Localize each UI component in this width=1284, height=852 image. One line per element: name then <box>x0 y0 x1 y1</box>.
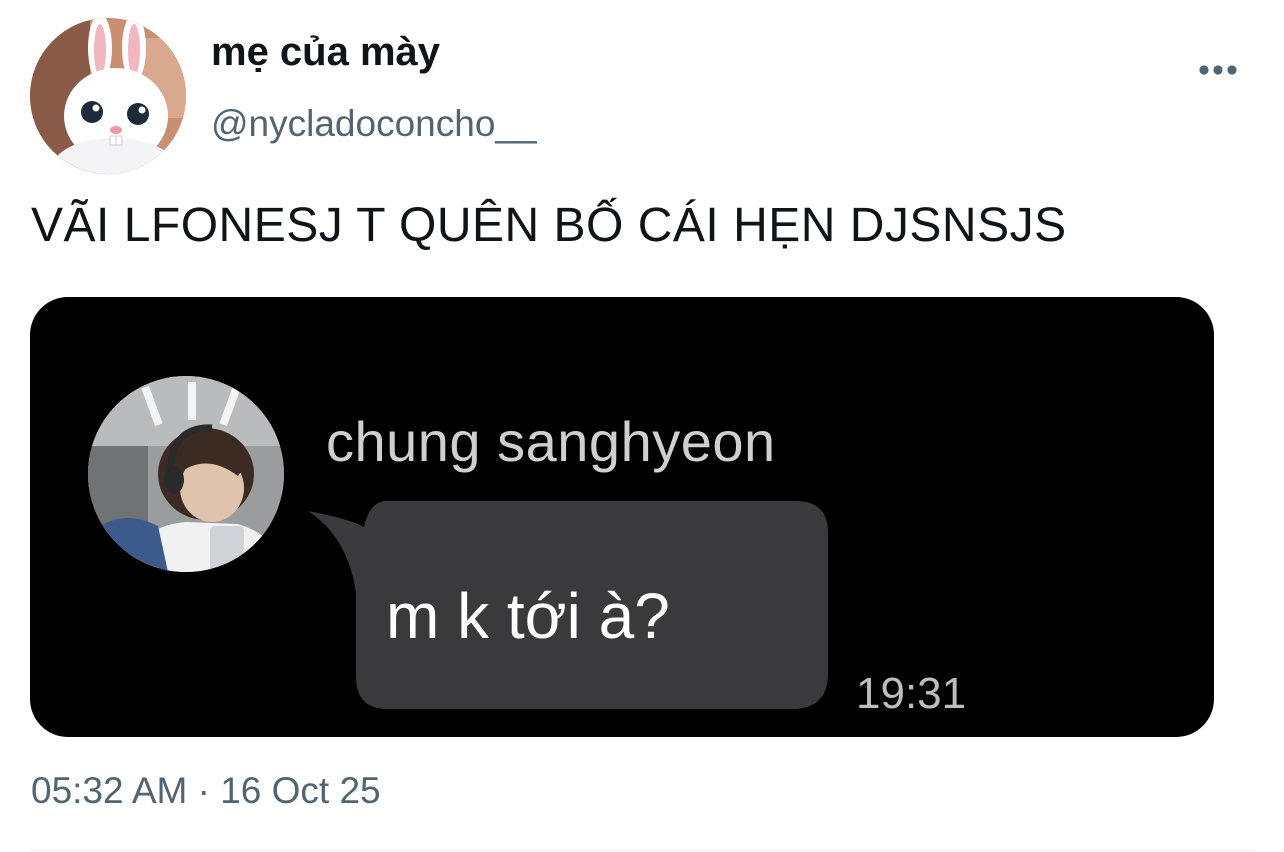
author-avatar[interactable] <box>30 18 186 174</box>
message-time: 19:31 <box>856 669 967 718</box>
message-text: m k tới à? <box>386 580 670 652</box>
divider <box>30 850 1254 851</box>
author-display-name[interactable]: mẹ của mày <box>211 30 440 75</box>
tweet-media-image[interactable]: chung sanghyeon m k tới à? 19:31 <box>30 297 1214 737</box>
tweet-timestamp[interactable]: 05:32 AM · 16 Oct 25 <box>31 770 381 812</box>
tweet-text: VÃI LFONESJ T QUÊN BỐ CÁI HẸN DJSNSJS <box>31 199 1067 252</box>
message-sender-name: chung sanghyeon <box>326 410 776 473</box>
contact-avatar-image <box>88 376 284 572</box>
more-horizontal-icon <box>1199 65 1237 75</box>
contact-avatar <box>88 376 284 572</box>
more-options-button[interactable] <box>1192 54 1244 86</box>
author-avatar-image <box>30 18 186 174</box>
author-handle[interactable]: @nycladoconcho__ <box>211 103 537 145</box>
